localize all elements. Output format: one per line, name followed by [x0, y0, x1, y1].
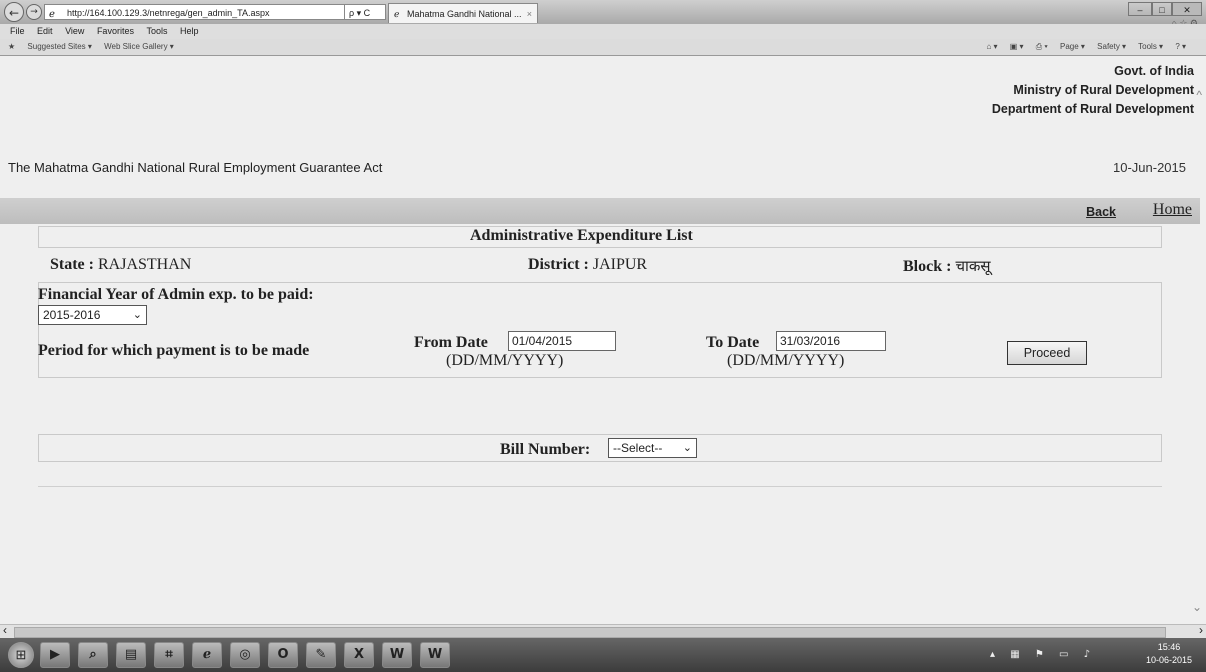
act-title: The Mahatma Gandhi National Rural Employ…: [8, 160, 383, 175]
block-field: Block : चाकसू: [903, 256, 991, 276]
fy-label: Financial Year of Admin exp. to be paid:: [38, 286, 314, 303]
to-date-input[interactable]: 31/03/2016: [776, 331, 886, 351]
menu-tools[interactable]: Tools: [146, 26, 167, 36]
address-controls[interactable]: ρ ▾ C: [344, 4, 386, 20]
opera-icon[interactable]: O: [268, 642, 298, 668]
forward-arrow-icon[interactable]: →: [26, 4, 42, 20]
web-slice-gallery-link[interactable]: Web Slice Gallery ▾: [104, 42, 174, 51]
search-refresh-icons: ρ ▾ C: [349, 8, 371, 18]
address-bar[interactable]: ℯ http://164.100.129.3/netnrega/gen_admi…: [44, 4, 384, 20]
chevron-down-icon: ⌄: [682, 442, 692, 454]
back-arrow-icon[interactable]: ←: [4, 2, 24, 22]
fy-select[interactable]: 2015-2016 ⌄: [38, 305, 147, 325]
page-menu[interactable]: Page ▾: [1060, 42, 1085, 51]
state-value: RAJASTHAN: [97, 256, 192, 273]
browser-title-bar: ← → ℯ http://164.100.129.3/netnrega/gen_…: [0, 0, 1206, 28]
scrollbar-thumb[interactable]: [14, 627, 1166, 638]
district-label: District :: [528, 256, 589, 273]
word-icon-2[interactable]: W: [420, 642, 450, 668]
gov-india: Govt. of India: [1114, 64, 1194, 78]
district-value: JAIPUR: [592, 256, 648, 273]
feeds-icon[interactable]: ▣ ▾: [1010, 42, 1024, 51]
from-date-input[interactable]: 01/04/2015: [508, 331, 616, 351]
tab-close-icon[interactable]: ×: [527, 4, 532, 23]
clock-time: 15:46: [1157, 642, 1181, 652]
menu-view[interactable]: View: [65, 26, 84, 36]
clock[interactable]: 15:46 10-06-2015: [1146, 641, 1192, 667]
excel-icon[interactable]: X: [344, 642, 374, 668]
back-link[interactable]: Back: [1086, 205, 1116, 219]
gov-header: Govt. of India Ministry of Rural Develop…: [992, 62, 1194, 119]
ministry-name: Ministry of Rural Development: [1013, 83, 1194, 97]
bill-number-select[interactable]: --Select-- ⌄: [608, 438, 697, 458]
home-link[interactable]: Home: [1153, 201, 1192, 219]
bill-panel: [38, 434, 1162, 462]
tools-menu[interactable]: Tools ▾: [1138, 42, 1163, 51]
scroll-down-icon[interactable]: ⌄: [1192, 600, 1202, 614]
horizontal-scrollbar[interactable]: ‹ ›: [0, 623, 1206, 639]
favorites-bar: ★ Suggested Sites ▾ Web Slice Gallery ▾ …: [0, 39, 1206, 56]
menu-favorites[interactable]: Favorites: [97, 26, 134, 36]
ie-tab-icon: ℯ: [394, 9, 400, 19]
address-text: http://164.100.129.3/netnrega/gen_admin_…: [67, 8, 270, 18]
divider: [38, 486, 1162, 487]
district-field: District : JAIPUR: [528, 256, 647, 274]
scroll-left-icon[interactable]: ‹: [3, 623, 7, 637]
clock-date: 10-06-2015: [1145, 655, 1192, 665]
to-date-label: To Date: [706, 334, 760, 351]
minimize-icon[interactable]: –: [1128, 2, 1152, 16]
search-icon[interactable]: ⌕: [78, 642, 108, 668]
suggested-sites-link[interactable]: Suggested Sites ▾: [27, 42, 92, 51]
close-icon[interactable]: ✕: [1172, 2, 1202, 16]
tab-title: Mahatma Gandhi National ...: [407, 9, 522, 19]
block-value: चाकसू: [955, 257, 991, 275]
maximize-icon[interactable]: □: [1152, 2, 1172, 16]
system-tray-icons[interactable]: ▴ ▦ ⚑ ▭ ♪: [990, 649, 1096, 660]
state-label: State :: [50, 256, 94, 273]
ie-icon[interactable]: ℯ: [192, 642, 222, 668]
taskbar: ⊞ ▶ ⌕ ▤ ⌗ ℯ ◎ O ✎ X W W ▴ ▦ ⚑ ▭ ♪ 15:46 …: [0, 638, 1206, 672]
network-icon[interactable]: ⌗: [154, 642, 184, 668]
home-page-icon[interactable]: ⌂ ▾: [986, 42, 997, 51]
menu-help[interactable]: Help: [180, 26, 199, 36]
header-date: 10-Jun-2015: [1113, 160, 1186, 175]
scroll-up-icon[interactable]: ^: [1196, 88, 1202, 102]
ie-page-icon: ℯ: [49, 9, 55, 20]
to-date-format: (DD/MM/YYYY): [727, 352, 845, 369]
safety-menu[interactable]: Safety ▾: [1097, 42, 1126, 51]
bill-number-value: --Select--: [613, 441, 663, 455]
from-date-format: (DD/MM/YYYY): [446, 352, 564, 369]
word-icon[interactable]: W: [382, 642, 412, 668]
scroll-right-icon[interactable]: ›: [1199, 623, 1203, 637]
media-player-icon[interactable]: ▶: [40, 642, 70, 668]
proceed-button[interactable]: Proceed: [1007, 341, 1087, 365]
folder-icon[interactable]: ▤: [116, 642, 146, 668]
start-icon[interactable]: ⊞: [8, 642, 34, 668]
bill-number-label: Bill Number:: [500, 441, 591, 458]
block-label: Block :: [903, 258, 952, 275]
fy-select-value: 2015-2016: [43, 308, 101, 322]
nav-bar: [0, 198, 1200, 224]
edit-app-icon[interactable]: ✎: [306, 642, 336, 668]
menu-bar: File Edit View Favorites Tools Help: [0, 24, 1206, 39]
period-label: Period for which payment is to be made: [38, 342, 310, 359]
form-title: Administrative Expenditure List: [470, 227, 693, 244]
menu-file[interactable]: File: [10, 26, 25, 36]
chevron-down-icon: ⌄: [132, 309, 142, 321]
help-icon[interactable]: ? ▾: [1175, 42, 1186, 51]
favorites-star-icon[interactable]: ★: [8, 42, 15, 51]
state-field: State : RAJASTHAN: [50, 256, 191, 274]
menu-edit[interactable]: Edit: [37, 26, 53, 36]
from-date-label: From Date: [414, 334, 488, 351]
chrome-icon[interactable]: ◎: [230, 642, 260, 668]
browser-tab[interactable]: ℯ Mahatma Gandhi National ... ×: [388, 3, 538, 23]
print-icon[interactable]: ⎙ ▾: [1036, 42, 1048, 51]
department-name: Department of Rural Development: [991, 102, 1194, 116]
